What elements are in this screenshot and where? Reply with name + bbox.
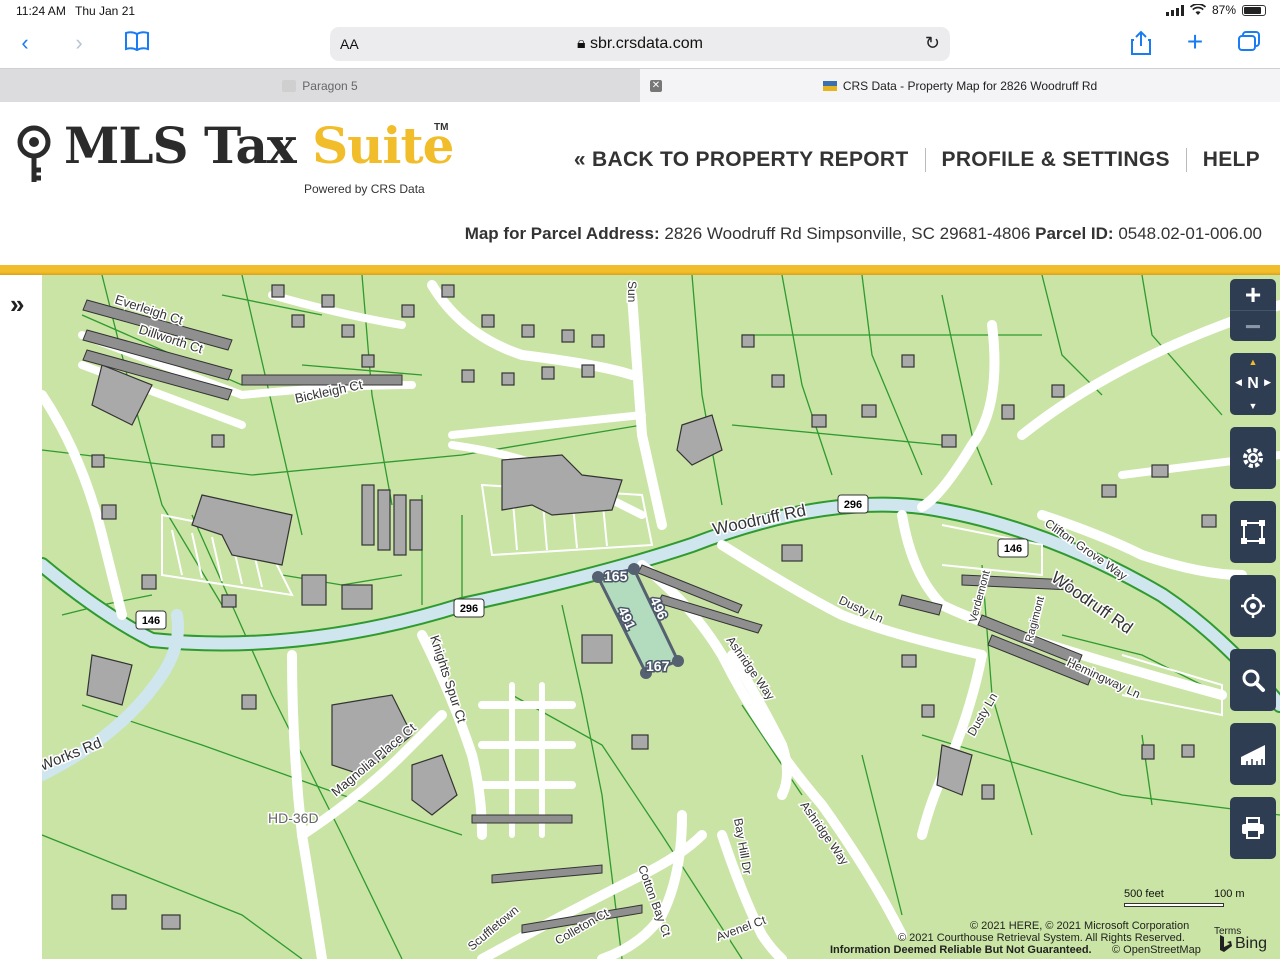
shield-296-west: 296 <box>460 603 478 615</box>
scale-feet-label: 500 feet <box>1124 888 1164 900</box>
new-tab-icon[interactable]: + <box>1180 26 1210 58</box>
street-sun: Sun <box>625 281 639 302</box>
search-icon <box>1242 669 1265 692</box>
status-date: Thu Jan 21 <box>75 4 136 18</box>
bing-label: Bing <box>1235 935 1268 952</box>
scale-bar <box>1124 903 1224 907</box>
site-header: MLS Tax Suite TM Powered by CRS Data « B… <box>0 102 1280 265</box>
tabs-icon[interactable] <box>1234 30 1264 58</box>
zoom-in-button[interactable]: + <box>1230 279 1276 310</box>
forward-icon[interactable]: › <box>64 30 94 56</box>
close-tab-icon[interactable]: ✕ <box>650 80 662 92</box>
compass-north-label: N <box>1247 375 1259 392</box>
attribution-courthouse: © 2021 Courthouse Retrieval System. All … <box>898 932 1185 944</box>
compass-down-icon: ▼ <box>1248 401 1258 411</box>
address-bar[interactable]: AA 🔒︎ sbr.crsdata.com ↻ <box>330 27 950 61</box>
tab-label: Paragon 5 <box>302 78 358 93</box>
district-label: HD-36D <box>268 810 319 826</box>
tab-paragon[interactable]: Paragon 5 <box>0 69 640 102</box>
print-button[interactable] <box>1230 797 1276 859</box>
tab-crs-data[interactable]: ✕ CRS Data - Property Map for 2826 Woodr… <box>640 69 1280 102</box>
parcel-map[interactable]: 165 496 491 167 296 296 146 146 Woodruff… <box>42 275 1280 959</box>
battery-icon <box>1242 4 1266 16</box>
expand-sidebar-button[interactable]: » <box>10 289 24 320</box>
tab-label: CRS Data - Property Map for 2826 Woodruf… <box>842 78 1098 93</box>
parcel-dim-top: 165 <box>604 568 628 584</box>
back-to-property-report-link[interactable]: « BACK TO PROPERTY REPORT <box>558 148 925 172</box>
scale-meters-label: 100 m <box>1214 888 1245 900</box>
attribution-disclaimer: Information Deemed Reliable But Not Guar… <box>830 944 1092 956</box>
logo-trademark: TM <box>434 122 449 133</box>
paragon-favicon-icon <box>282 79 297 92</box>
status-time: 11:24 AM <box>16 4 66 18</box>
select-area-icon <box>1241 520 1265 544</box>
help-link[interactable]: HELP <box>1187 148 1260 172</box>
battery-percent: 87% <box>1211 3 1236 17</box>
status-bar: 11:24 AM Thu Jan 21 87% <box>0 0 1280 22</box>
header-accent-bar <box>0 265 1280 275</box>
key-logo-icon <box>17 125 51 182</box>
measure-icon <box>1241 745 1265 765</box>
status-right: 87% <box>1165 3 1266 17</box>
bookmarks-icon[interactable] <box>122 30 152 58</box>
parcel-id: 0548.02-01-006.00 <box>1118 224 1262 243</box>
settings-button[interactable] <box>1230 427 1276 489</box>
logo-wordmark: MLS Tax Suite <box>64 116 454 175</box>
bing-icon <box>1220 935 1232 952</box>
back-icon[interactable]: ‹ <box>10 30 40 56</box>
compass-left-icon: ◀ <box>1235 377 1242 387</box>
header-nav: « BACK TO PROPERTY REPORT PROFILE & SETT… <box>558 148 1260 172</box>
logo-text-mls: MLS Tax <box>64 116 313 175</box>
parcel-id-label: Parcel ID: <box>1035 224 1114 243</box>
tab-bar: Paragon 5 ✕ CRS Data - Property Map for … <box>0 68 1280 102</box>
signal-icon <box>1165 4 1184 16</box>
print-icon <box>1242 817 1264 839</box>
attribution-here-microsoft: © 2021 HERE, © 2021 Microsoft Corporatio… <box>970 920 1190 932</box>
measure-button[interactable] <box>1230 723 1276 785</box>
bing-logo: Bing <box>1218 935 1267 953</box>
locate-button[interactable] <box>1230 575 1276 637</box>
select-area-button[interactable] <box>1230 501 1276 563</box>
wifi-icon <box>1189 4 1206 15</box>
map-container: » 165 496 491 167 296 296 146 146 Woodru… <box>0 275 1280 959</box>
attribution-osm: © OpenStreetMap <box>1112 944 1201 956</box>
locate-icon <box>1241 594 1265 618</box>
lock-icon: 🔒︎ <box>577 35 591 52</box>
logo-powered-by: Powered by CRS Data <box>304 182 425 196</box>
settings-icon <box>1243 448 1263 468</box>
shield-296-east: 296 <box>844 499 862 511</box>
sidebar-rail: » <box>0 275 42 959</box>
shield-146-east: 146 <box>1004 543 1022 555</box>
parcel-dim-bottom: 167 <box>646 658 670 674</box>
zoom-control: + − <box>1230 279 1276 342</box>
url-text: 🔒︎ sbr.crsdata.com <box>330 35 950 53</box>
profile-settings-link[interactable]: PROFILE & SETTINGS <box>926 148 1186 172</box>
compass-right-icon: ▶ <box>1264 377 1271 387</box>
crs-favicon-icon <box>822 80 837 91</box>
parcel-address: 2826 Woodruff Rd Simpsonville, SC 29681-… <box>664 224 1031 243</box>
url-value: sbr.crsdata.com <box>590 35 703 52</box>
parcel-address-label: Map for Parcel Address: <box>464 224 660 243</box>
zoom-out-button[interactable]: − <box>1230 310 1276 342</box>
map-controls: + − ▲ ◀ N ▶ ▼ <box>1230 279 1276 871</box>
share-icon[interactable] <box>1126 30 1156 62</box>
logo-text-suite: Suite <box>312 116 454 175</box>
search-button[interactable] <box>1230 649 1276 711</box>
compass-button[interactable]: ▲ ◀ N ▶ ▼ <box>1230 353 1276 415</box>
north-up-arrow-icon: ▲ <box>1248 357 1258 367</box>
reload-icon[interactable]: ↻ <box>925 33 940 54</box>
shield-146-west: 146 <box>142 615 160 627</box>
browser-toolbar: ‹ › AA 🔒︎ sbr.crsdata.com ↻ + <box>0 22 1280 68</box>
parcel-info: Map for Parcel Address: 2826 Woodruff Rd… <box>465 224 1262 244</box>
